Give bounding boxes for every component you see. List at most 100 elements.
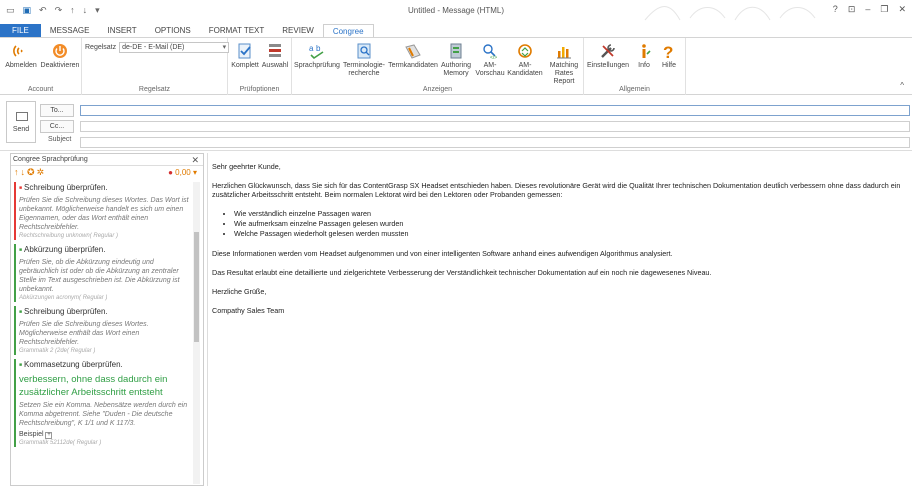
list-item: Welche Passagen wiederholt gelesen werde… [234,229,906,239]
bar-chart-icon [557,47,571,59]
tab-review[interactable]: REVIEW [273,24,323,38]
compose-header: Send To... Cc... Subject [0,96,912,151]
allgemein-group-label: Allgemein [619,86,650,93]
check-item-heading: ■ Abkürzung überprüfen. [19,244,191,256]
to-button[interactable]: To... [40,104,74,117]
einstellungen-button[interactable]: Einstellungen [586,42,630,70]
check-item-description: Setzen Sie ein Komma. Nebensätze werden … [19,402,188,427]
send-envelope-icon [16,112,28,121]
terminologie-label-line2: recherche [348,70,380,77]
regelsatz-control: Regelsatz de-DE - E-Mail (DE) ▾ [85,42,230,53]
terminologierecherche-button[interactable]: Terminologie- recherche [340,42,388,78]
matching-rates-report-button[interactable]: Matching Rates Report [544,42,584,86]
beispiel-toggle[interactable]: Beispiel + [19,430,191,439]
ribbon-display-options-icon[interactable]: ⊡ [848,4,856,15]
auswahl-button[interactable]: Auswahl [260,42,290,70]
hilfe-label: Hilfe [661,62,676,69]
cc-button[interactable]: Cc... [40,120,74,133]
body-paragraph-1: Herzlichen Glückwunsch, dass Sie sich fü… [212,181,901,199]
regelsatz-caption: Regelsatz [85,44,117,51]
send-button[interactable]: Send [6,101,36,143]
hilfe-button[interactable]: ? Hilfe [656,42,682,70]
signature: Compathy Sales Team [212,306,285,315]
termkandidaten-button[interactable]: Termkandidaten [388,42,438,70]
regelsatz-dropdown[interactable]: de-DE - E-Mail (DE) ▾ [119,42,230,53]
komplett-button[interactable]: Komplett [230,42,260,70]
score-display[interactable]: ● 0,00 ▾ [168,168,197,177]
list-item: Wie aufmerksam einzelne Passagen gelesen… [234,219,906,229]
help-icon[interactable]: ? [833,4,838,15]
regelsatz-group-label: Regelsatz [138,86,171,93]
check-item[interactable]: ■ Schreibung überprüfen. Prüfen Sie die S… [14,182,191,240]
maximize-icon[interactable]: ❐ [880,4,888,15]
authoring-label-line1: Authoring [441,62,471,69]
severity-bar [14,359,16,447]
pane-title-bar: Congree Sprachprüfung ✕ [11,154,203,166]
settings-gear-icon[interactable]: ✲ [37,167,47,177]
collapse-ribbon-icon[interactable]: ^ [900,81,904,90]
close-icon[interactable]: ✕ [898,4,906,15]
info-icon [642,44,651,58]
expand-plus-icon[interactable]: + [45,432,53,439]
check-item-description: Prüfen Sie, ob die Abkürzung eindeutig u… [19,259,180,293]
list-item: Wie verständlich einzelne Passagen waren [234,209,906,219]
tab-insert[interactable]: INSERT [98,24,145,38]
deaktivieren-button[interactable]: Deaktivieren [40,42,80,70]
severity-square-icon: ■ [19,362,23,368]
check-item-heading: ■ Kommasetzung überprüfen. [19,359,191,371]
am-vorschau-button[interactable]: </> AM- Vorschau [474,42,506,78]
check-item-quote: verbessern, ohne dass dadurch ein zusätz… [19,374,168,398]
info-label: Info [638,62,650,69]
help-question-icon: ? [663,43,673,60]
info-button[interactable]: Info [632,42,656,70]
subject-field[interactable] [80,137,910,148]
sprachpruefung-button[interactable]: ab Sprachprüfung [294,42,340,70]
terminologie-label-line1: Terminologie- [342,62,386,69]
am-kandidaten-label-line2: Kandidaten [507,70,543,77]
tab-file[interactable]: FILE [0,24,41,38]
check-item-title: Kommasetzung überprüfen. [24,360,123,369]
check-item-heading: ■ Schreibung überprüfen. [19,306,191,318]
pane-toolbar: ↑↓✪✲ ● 0,00 ▾ [11,166,203,180]
message-body[interactable]: Sehr geehrter Kunde, Herzlichen Glückwun… [207,153,912,486]
ribbon: Abmelden Deaktivieren Account Regelsatz … [0,37,912,95]
account-group-label: Account [27,86,54,93]
anzeigen-group-label: Anzeigen [422,86,453,93]
beispiel-label: Beispiel [19,431,44,438]
check-item[interactable]: ■ Abkürzung überprüfen. Prüfen Sie, ob di… [14,244,191,302]
am-preview-icon: </> [483,44,497,60]
abmelden-button[interactable]: Abmelden [2,42,40,70]
check-item-rule: Abkürzungen acronym( Regular ) [19,295,108,301]
am-kandidaten-button[interactable]: AM- Kandidaten [506,42,544,78]
check-item-title: Abkürzung überprüfen. [24,245,106,254]
am-kandidaten-label-line1: AM- [518,62,532,69]
tab-options[interactable]: OPTIONS [146,24,200,38]
check-item-description: Prüfen Sie die Schreibung dieses Wortes.… [19,321,149,346]
body-paragraph-2: Diese Informationen werden vom Headset a… [212,249,673,258]
tab-format-text[interactable]: FORMAT TEXT [200,24,274,38]
deaktivieren-label: Deaktivieren [40,62,80,69]
window-title: Untitled - Message (HTML) [407,6,505,15]
score-value: 0,00 [175,168,191,177]
pane-scrollbar[interactable] [193,182,200,484]
svg-text:b: b [316,44,321,53]
pane-close-icon[interactable]: ✕ [191,154,199,166]
authoring-memory-button[interactable]: Authoring Memory [438,42,474,78]
term-candidates-icon [405,44,421,59]
check-item[interactable]: ■ Schreibung überprüfen. Prüfen Sie die S… [14,306,191,355]
terminology-search-icon [357,43,371,59]
matching-label-line1: Matching [549,62,579,69]
tab-congree[interactable]: Congree [322,24,374,38]
cc-field[interactable] [80,121,910,132]
refresh-icon[interactable]: ✪ [27,167,37,177]
tab-message[interactable]: MESSAGE [41,24,99,38]
scrollbar-thumb[interactable] [194,232,199,342]
check-item[interactable]: ■ Kommasetzung überprüfen. verbessern, oh… [14,359,191,447]
status-dot-icon: ● [168,168,173,177]
to-field[interactable] [80,105,910,116]
komplett-label: Komplett [231,62,259,69]
regelsatz-value: de-DE - E-Mail (DE) [122,44,185,51]
severity-bar [14,244,16,302]
title-bar: ▭ ▣ ↶ ↷ ↑ ↓ ▾ Untitled - Message (HTML) … [0,0,912,22]
minimize-icon[interactable]: – [865,4,870,15]
